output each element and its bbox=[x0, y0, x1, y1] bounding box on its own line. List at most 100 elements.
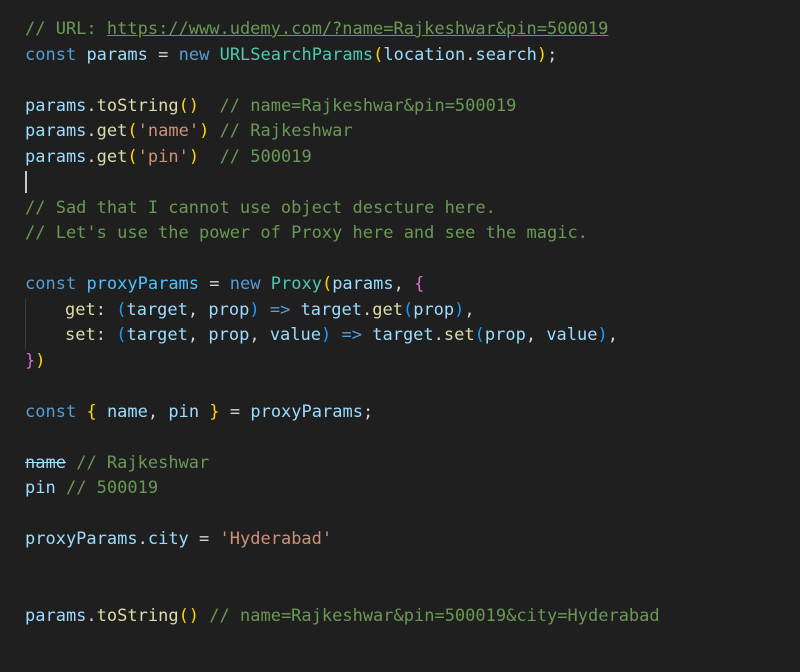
indent-guide bbox=[25, 297, 65, 323]
keyword: new bbox=[178, 44, 210, 65]
bracket: { bbox=[414, 274, 425, 294]
punctuation: . bbox=[86, 605, 97, 626]
code-line-6[interactable]: params.get('pin') // 500019 bbox=[25, 145, 800, 171]
keyword: new bbox=[229, 274, 261, 294]
bracket: ( bbox=[127, 146, 138, 167]
code-line-2[interactable]: const params = new URLSearchParams(locat… bbox=[25, 43, 800, 69]
variable: params bbox=[25, 146, 87, 167]
comment: // Rajkeshwar bbox=[76, 452, 210, 473]
variable: target bbox=[372, 325, 434, 345]
bracket: } bbox=[209, 401, 220, 422]
function-name: set bbox=[443, 325, 475, 345]
variable: pin bbox=[168, 401, 200, 422]
comment: // 500019 bbox=[219, 146, 312, 167]
bracket: () bbox=[178, 95, 200, 116]
punctuation: . bbox=[361, 299, 373, 320]
code-editor[interactable]: // URL: https://www.udemy.com/?name=Rajk… bbox=[0, 0, 800, 672]
bracket: ( bbox=[321, 274, 333, 294]
bracket: ) bbox=[597, 325, 608, 345]
bracket: ) bbox=[188, 146, 200, 167]
variable: target bbox=[300, 299, 362, 320]
bracket: ( bbox=[474, 325, 485, 345]
punctuation: . bbox=[86, 146, 97, 167]
code-line-12[interactable]: get: (target, prop) => target.get(prop), bbox=[25, 297, 800, 323]
code-line-9[interactable]: // Let's use the power of Proxy here and… bbox=[25, 221, 800, 247]
code-line-23[interactable] bbox=[25, 578, 800, 604]
code-line-17[interactable] bbox=[25, 425, 800, 451]
code-line-16[interactable]: const { name, pin } = proxyParams; bbox=[25, 400, 800, 426]
punctuation: : bbox=[95, 299, 106, 320]
punctuation: , bbox=[187, 299, 209, 320]
code-line-20[interactable] bbox=[25, 502, 800, 528]
bracket: ( bbox=[116, 325, 127, 345]
function-name: get bbox=[372, 299, 403, 320]
operator: = bbox=[199, 529, 210, 549]
code-line-4[interactable]: params.toString() // name=Rajkeshwar&pin… bbox=[25, 94, 800, 120]
code-line-21[interactable]: proxyParams.city = 'Hyderabad' bbox=[25, 527, 800, 553]
function-name: toString bbox=[96, 605, 179, 626]
code-line-5[interactable]: params.get('name') // Rajkeshwar bbox=[25, 119, 800, 145]
string: 'name' bbox=[137, 121, 200, 141]
code-line-1[interactable]: // URL: https://www.udemy.com/?name=Rajk… bbox=[25, 17, 800, 43]
bracket: ) bbox=[321, 325, 332, 345]
code-line-18[interactable]: name // Rajkeshwar bbox=[25, 451, 800, 477]
bracket: ) bbox=[35, 350, 46, 371]
bracket: ( bbox=[127, 121, 138, 141]
arrow-operator: => bbox=[341, 325, 362, 345]
variable: params bbox=[86, 44, 148, 65]
variable: proxyParams bbox=[86, 274, 200, 294]
bracket: } bbox=[25, 350, 36, 371]
variable: proxyParams bbox=[25, 529, 138, 549]
code-line-8[interactable]: // Sad that I cannot use object descture… bbox=[25, 196, 800, 222]
function-name: get bbox=[96, 146, 128, 167]
punctuation: , bbox=[464, 299, 475, 320]
punctuation: , bbox=[525, 325, 547, 345]
punctuation: . bbox=[86, 121, 97, 141]
code-line-22[interactable] bbox=[25, 553, 800, 579]
punctuation: . bbox=[137, 529, 148, 549]
bracket: ) bbox=[249, 299, 260, 320]
bracket: ( bbox=[373, 44, 384, 65]
punctuation: : bbox=[95, 325, 106, 345]
code-line-14[interactable]: }) bbox=[25, 349, 800, 375]
code-line-13[interactable]: set: (target, prop, value) => target.set… bbox=[25, 323, 800, 349]
code-line-24[interactable]: params.toString() // name=Rajkeshwar&pin… bbox=[25, 604, 800, 630]
variable: pin bbox=[25, 478, 56, 498]
url-link[interactable]: https://www.udemy.com/?name=Rajkeshwar&p… bbox=[107, 19, 609, 39]
parameter: value bbox=[269, 325, 321, 345]
arrow-operator: => bbox=[269, 299, 291, 320]
code-line-3[interactable] bbox=[25, 68, 800, 94]
parameter: target bbox=[126, 299, 188, 320]
keyword: const bbox=[25, 274, 77, 294]
bracket: ( bbox=[402, 299, 414, 320]
punctuation: ; bbox=[362, 401, 374, 422]
comment: // 500019 bbox=[65, 478, 159, 498]
class-name: Proxy bbox=[270, 274, 322, 294]
bracket: ( bbox=[116, 299, 127, 320]
variable: params bbox=[25, 605, 87, 626]
variable: name bbox=[106, 401, 148, 422]
variable: params bbox=[25, 95, 87, 116]
parameter: prop bbox=[208, 299, 250, 320]
punctuation: , bbox=[187, 325, 209, 345]
bracket: ) bbox=[536, 44, 548, 65]
comment: // Let's use the power of Proxy here and… bbox=[25, 223, 588, 243]
text-cursor bbox=[25, 171, 27, 193]
comment: // Sad that I cannot use object descture… bbox=[25, 197, 496, 218]
variable: prop bbox=[413, 299, 455, 320]
code-line-7[interactable] bbox=[25, 170, 800, 196]
indent-guide bbox=[25, 323, 65, 349]
code-line-10[interactable] bbox=[25, 247, 800, 273]
code-line-19[interactable]: pin // 500019 bbox=[25, 476, 800, 502]
punctuation: , bbox=[147, 401, 169, 422]
keyword: const bbox=[25, 44, 77, 65]
comment: // name=Rajkeshwar&pin=500019 bbox=[219, 95, 517, 116]
code-line-11[interactable]: const proxyParams = new Proxy(params, { bbox=[25, 272, 800, 298]
operator: = bbox=[209, 274, 220, 294]
operator: = bbox=[229, 401, 241, 422]
variable: prop bbox=[484, 325, 526, 345]
comment: // name=Rajkeshwar&pin=500019&city=Hyder… bbox=[209, 605, 660, 626]
parameter: prop bbox=[208, 325, 250, 345]
string: 'pin' bbox=[137, 146, 189, 167]
code-line-15[interactable] bbox=[25, 374, 800, 400]
